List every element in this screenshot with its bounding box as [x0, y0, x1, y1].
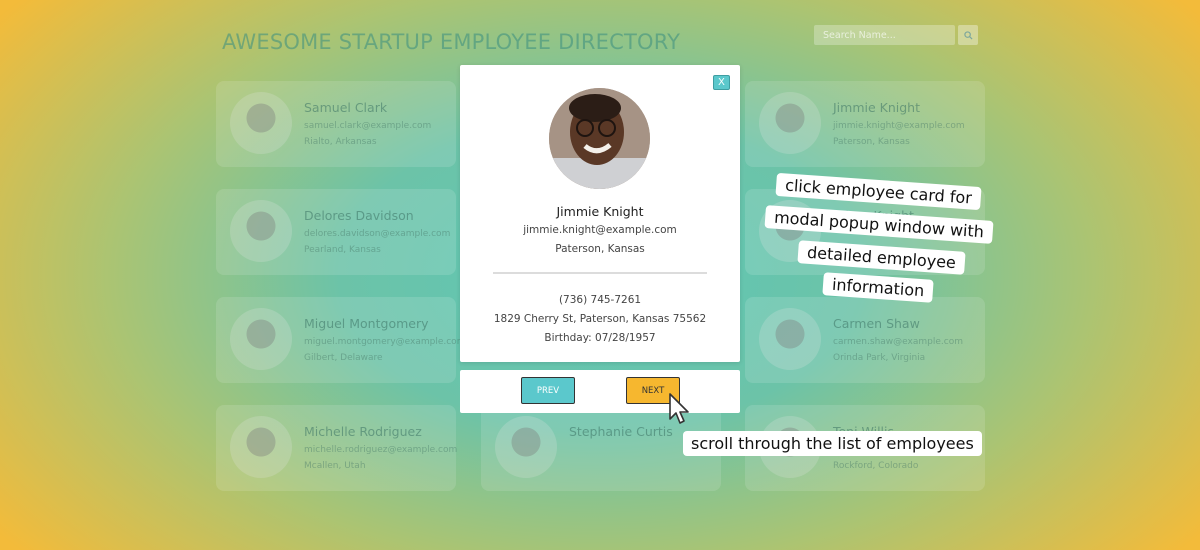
avatar [230, 308, 292, 370]
search-input[interactable] [814, 25, 955, 45]
avatar [759, 308, 821, 370]
employee-card[interactable]: Delores Davidson delores.davidson@exampl… [216, 189, 456, 275]
card-name: Delores Davidson [304, 208, 414, 223]
card-location: Gilbert, Delaware [304, 353, 383, 363]
card-location: Orinda Park, Virginia [833, 353, 926, 363]
search-bar [814, 25, 978, 45]
avatar [759, 92, 821, 154]
search-button[interactable] [958, 25, 978, 45]
mouse-cursor-icon [669, 393, 689, 424]
card-email: samuel.clark@example.com [304, 121, 432, 131]
card-name: Michelle Rodriguez [304, 424, 422, 439]
card-email: jimmie.knight@example.com [833, 121, 965, 131]
card-name: Samuel Clark [304, 100, 388, 115]
card-name: Carmen Shaw [833, 316, 920, 331]
employee-card[interactable]: Michelle Rodriguez michelle.rodriguez@ex… [216, 405, 458, 491]
card-location: Rialto, Arkansas [304, 137, 377, 147]
avatar [230, 416, 292, 478]
employee-photo [549, 88, 650, 189]
modal-phone: (736) 745-7261 [558, 294, 642, 306]
prev-button[interactable]: PREV [521, 377, 575, 404]
employee-card[interactable]: Jimmie Knight jimmie.knight@example.com … [745, 81, 985, 167]
card-name: Stephanie Curtis [569, 424, 673, 439]
modal-email: jimmie.knight@example.com [523, 224, 677, 236]
search-icon [963, 30, 973, 40]
card-email: delores.davidson@example.com [304, 229, 451, 239]
avatar [495, 416, 557, 478]
avatar [230, 200, 292, 262]
modal-navigation: PREV NEXT [460, 370, 740, 413]
callout-scroll: scroll through the list of employees [683, 431, 982, 456]
card-location: Mcallen, Utah [304, 461, 366, 471]
avatar [230, 92, 292, 154]
card-email: miguel.montgomery@example.com [304, 337, 466, 347]
modal-birthday: Birthday: 07/28/1957 [544, 332, 656, 344]
card-email: carmen.shaw@example.com [833, 337, 963, 347]
modal-name: Jimmie Knight [556, 204, 644, 219]
card-name: Miguel Montgomery [304, 316, 429, 331]
card-email: michelle.rodriguez@example.com [304, 445, 458, 455]
employee-card[interactable]: Samuel Clark samuel.clark@example.com Ri… [216, 81, 456, 167]
close-button[interactable]: X [713, 75, 730, 90]
card-location: Rockford, Colorado [833, 461, 919, 471]
directory-title: AWESOME STARTUP EMPLOYEE DIRECTORY [222, 30, 681, 54]
card-location: Pearland, Kansas [304, 245, 381, 255]
modal-city: Paterson, Kansas [555, 243, 645, 255]
employee-modal: X Jimmie Knight jimmie.knight@example.co… [460, 65, 740, 362]
card-location: Paterson, Kansas [833, 137, 910, 147]
divider [493, 272, 707, 274]
employee-card[interactable]: Carmen Shaw carmen.shaw@example.com Orin… [745, 297, 985, 383]
modal-address: 1829 Cherry St, Paterson, Kansas 75562 [493, 313, 707, 325]
card-name: Jimmie Knight [833, 100, 920, 115]
employee-card[interactable]: Miguel Montgomery miguel.montgomery@exam… [216, 297, 465, 383]
employee-photo-graphic [549, 88, 650, 189]
